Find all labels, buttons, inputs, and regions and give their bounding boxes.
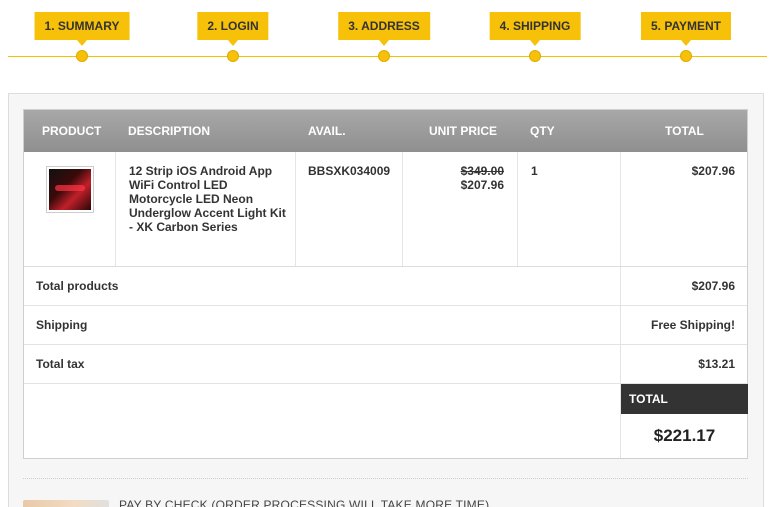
step-pointer-icon <box>681 40 691 46</box>
line-total: $207.96 <box>691 164 735 178</box>
step-label: 4. SHIPPING <box>489 12 581 40</box>
step-label: 5. PAYMENT <box>640 12 732 40</box>
shipping-row: Shipping Free Shipping! <box>24 306 747 345</box>
product-thumbnail[interactable] <box>46 166 94 213</box>
header-total: TOTAL <box>665 124 704 138</box>
tax-label: Total tax <box>36 357 85 371</box>
product-reference: BBSXK034009 <box>308 164 391 178</box>
step-label: 3. ADDRESS <box>338 12 430 40</box>
step-dot-icon <box>227 50 239 62</box>
payment-option-check[interactable]: PAY BY CHECK (ORDER PROCESSING WILL TAKE… <box>23 498 748 507</box>
shipping-label: Shipping <box>36 318 88 332</box>
section-divider <box>23 478 748 479</box>
cart-item-row: 12 Strip iOS Android App WiFi Control LE… <box>24 152 747 267</box>
grand-total-row: TOTAL $221.17 <box>24 384 748 458</box>
product-image <box>49 169 91 210</box>
checkout-steps: 1. SUMMARY 2. LOGIN 3. ADDRESS 4. SHIPPI… <box>0 0 775 70</box>
step-pointer-icon <box>77 40 87 46</box>
step-pointer-icon <box>379 40 389 46</box>
step-label: 1. SUMMARY <box>34 12 130 40</box>
old-price: $349.00 <box>460 164 504 178</box>
product-description-link[interactable]: 12 Strip iOS Android App WiFi Control LE… <box>129 164 289 234</box>
total-products-value: $207.96 <box>691 279 735 293</box>
column-divider <box>620 267 621 305</box>
quantity: 1 <box>531 164 538 178</box>
step-address[interactable]: 3. ADDRESS <box>324 12 444 70</box>
column-divider <box>620 306 621 344</box>
step-shipping[interactable]: 4. SHIPPING <box>475 12 595 70</box>
step-dot-icon <box>378 50 390 62</box>
step-dot-icon <box>529 50 541 62</box>
header-qty: QTY <box>530 124 555 138</box>
cart-summary-table: PRODUCT DESCRIPTION AVAIL. UNIT PRICE QT… <box>23 109 748 459</box>
grand-total-value: $221.17 <box>653 426 716 445</box>
check-payment-icon <box>23 500 109 507</box>
step-dot-icon <box>76 50 88 62</box>
header-unit-price: UNIT PRICE <box>429 124 498 138</box>
payment-option-label[interactable]: PAY BY CHECK (ORDER PROCESSING WILL TAKE… <box>119 498 489 507</box>
step-pointer-icon <box>530 40 540 46</box>
total-label: TOTAL <box>621 384 748 414</box>
tax-value: $13.21 <box>698 357 735 371</box>
step-payment[interactable]: 5. PAYMENT <box>626 12 746 70</box>
total-products-row: Total products $207.96 <box>24 267 747 306</box>
tax-row: Total tax $13.21 <box>24 345 747 384</box>
header-description: DESCRIPTION <box>128 124 211 138</box>
column-divider <box>620 345 621 383</box>
cart-table-header: PRODUCT DESCRIPTION AVAIL. UNIT PRICE QT… <box>24 110 747 152</box>
shipping-value: Free Shipping! <box>651 318 735 332</box>
step-label: 2. LOGIN <box>197 12 269 40</box>
unit-price: $207.96 <box>460 178 504 192</box>
step-login[interactable]: 2. LOGIN <box>173 12 293 70</box>
step-summary[interactable]: 1. SUMMARY <box>22 12 142 70</box>
header-product: PRODUCT <box>42 124 102 138</box>
header-avail: AVAIL. <box>308 124 346 138</box>
total-products-label: Total products <box>36 279 119 293</box>
step-pointer-icon <box>228 40 238 46</box>
step-dot-icon <box>680 50 692 62</box>
